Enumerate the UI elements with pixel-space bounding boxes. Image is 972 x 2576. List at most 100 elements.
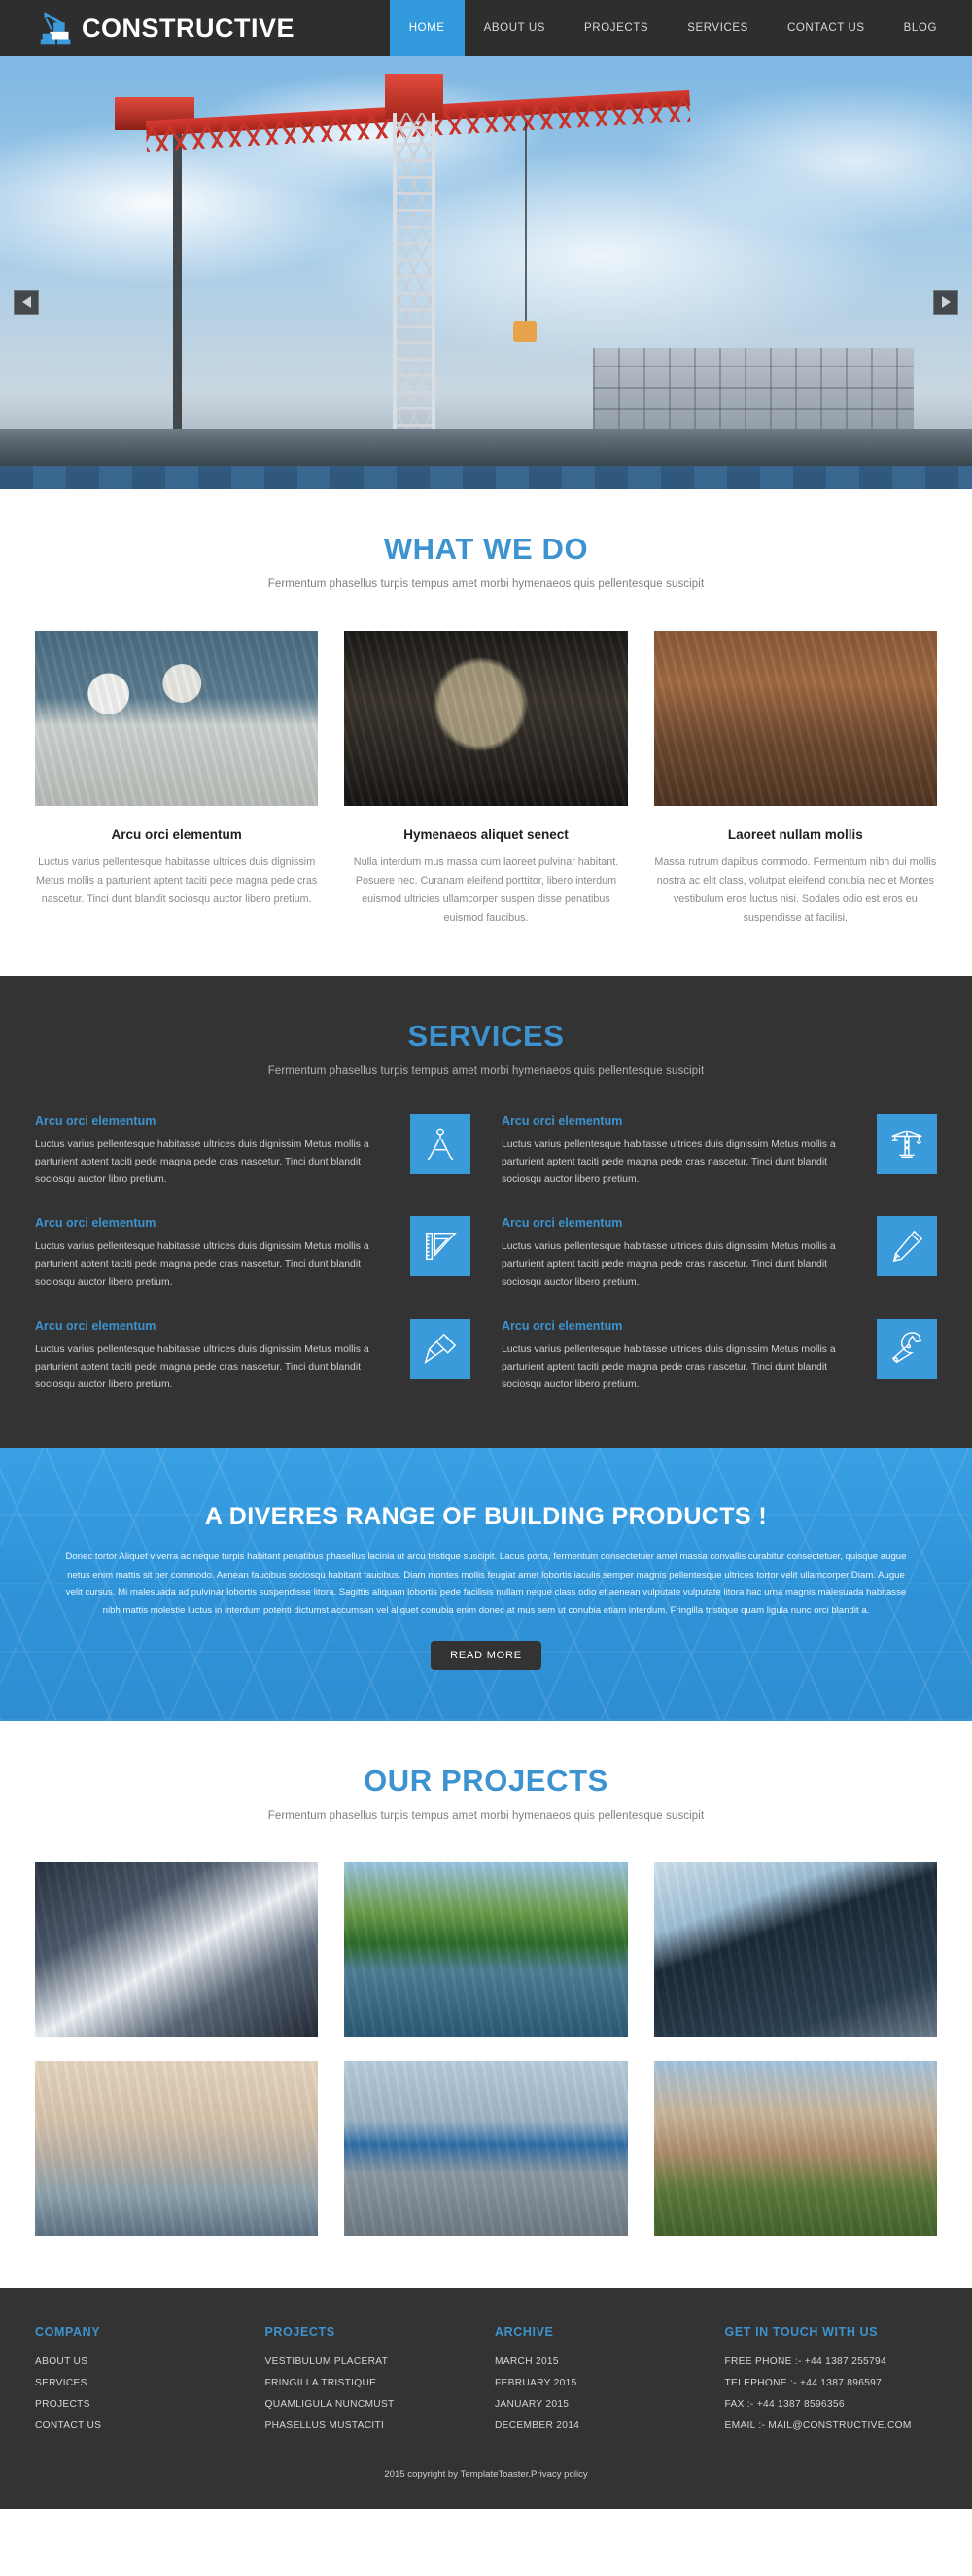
chevron-left-icon	[21, 296, 31, 308]
card-image-welder-sparks	[344, 631, 628, 806]
service-title[interactable]: Arcu orci elementum	[35, 1319, 395, 1341]
service-body: Arcu orci elementum Luctus varius pellen…	[35, 1216, 395, 1292]
service-text: Luctus varius pellentesque habitasse ult…	[502, 1343, 836, 1391]
service-text: Luctus varius pellentesque habitasse ult…	[35, 1343, 369, 1391]
footer-link-phasellus-mustaciti[interactable]: PHASELLUS MUSTACITI	[265, 2420, 478, 2442]
crane-logo-icon	[35, 6, 80, 51]
screwdriver-icon	[410, 1318, 470, 1379]
site-header: CONSTRUCTIVE HOME ABOUT US PROJECTS SERV…	[0, 0, 972, 56]
project-thumb-brick-mansion-house[interactable]	[653, 2061, 937, 2237]
footer-link-fringilla-tristique[interactable]: FRINGILLA TRISTIQUE	[265, 2378, 478, 2399]
nav-item-home[interactable]: HOME	[389, 0, 465, 56]
service-text: Luctus varius pellentesque habitasse ult…	[35, 1138, 369, 1185]
service-body: Arcu orci elementum Luctus varius pellen…	[502, 1319, 861, 1395]
service-item: Arcu orci elementum Luctus varius pellen…	[502, 1113, 937, 1190]
footer-link-december-2014[interactable]: DECEMBER 2014	[495, 2420, 708, 2442]
service-body: Arcu orci elementum Luctus varius pellen…	[502, 1216, 861, 1292]
nav-item-about-us[interactable]: ABOUT US	[465, 0, 565, 56]
what-we-do-title: WHAT WE DO	[383, 532, 589, 566]
footer-link-january-2015[interactable]: JANUARY 2015	[495, 2399, 708, 2420]
footer-free-phone: FREE PHONE :- +44 1387 255794	[724, 2356, 886, 2368]
slider-next-button[interactable]	[933, 290, 958, 315]
card-text: Nulla interdum mus massa cum laoreet pul…	[353, 856, 619, 923]
service-text: Luctus varius pellentesque habitasse ult…	[502, 1241, 836, 1288]
wrench-icon	[877, 1318, 937, 1379]
nav-item-projects[interactable]: PROJECTS	[565, 0, 668, 56]
footer-column-company: COMPANY ABOUT US SERVICES PROJECTS CONTA…	[35, 2325, 248, 2442]
what-we-do-card: Laoreet nullam mollis Massa rutrum dapib…	[653, 631, 937, 927]
compass-divider-icon	[410, 1113, 470, 1174]
service-item: Arcu orci elementum Luctus varius pellen…	[502, 1216, 937, 1292]
project-thumb-glass-atrium-ceiling[interactable]	[35, 1862, 319, 2038]
card-text: Massa rutrum dapibus commodo. Fermentum …	[654, 856, 937, 923]
site-footer: COMPANY ABOUT US SERVICES PROJECTS CONTA…	[0, 2288, 972, 2510]
card-image-workers-concrete	[35, 631, 319, 806]
footer-telephone: TELEPHONE :- +44 1387 896597	[724, 2378, 883, 2389]
what-we-do-cards: Arcu orci elementum Luctus varius pellen…	[0, 590, 972, 927]
pencil-icon	[877, 1216, 937, 1277]
service-title[interactable]: Arcu orci elementum	[502, 1319, 861, 1341]
services-title: SERVICES	[407, 1018, 565, 1053]
footer-column-archive: ARCHIVE MARCH 2015 FEBRUARY 2015 JANUARY…	[495, 2325, 708, 2442]
service-title[interactable]: Arcu orci elementum	[35, 1114, 395, 1136]
service-text: Luctus varius pellentesque habitasse ult…	[35, 1241, 369, 1288]
project-thumb-glass-office-tower[interactable]	[653, 1862, 937, 2038]
cta-text: Donec tortor Aliquet viverra ac neque tu…	[65, 1551, 907, 1617]
what-we-do-subtitle: Fermentum phasellus turpis tempus amet m…	[267, 578, 705, 590]
service-item: Arcu orci elementum Luctus varius pellen…	[35, 1113, 470, 1190]
nav-item-services[interactable]: SERVICES	[668, 0, 768, 56]
nav-item-contact-us[interactable]: CONTACT US	[768, 0, 885, 56]
footer-link-projects[interactable]: PROJECTS	[35, 2399, 248, 2420]
card-title: Hymenaeos aliquet senect	[403, 827, 569, 842]
footer-link-about-us[interactable]: ABOUT US	[35, 2356, 248, 2378]
services-subtitle: Fermentum phasellus turpis tempus amet m…	[267, 1064, 705, 1077]
footer-column-projects: PROJECTS VESTIBULUM PLACERAT FRINGILLA T…	[265, 2325, 478, 2442]
slider-prev-button[interactable]	[14, 290, 39, 315]
main-nav: HOME ABOUT US PROJECTS SERVICES CONTACT …	[389, 0, 972, 56]
services-section: SERVICES Fermentum phasellus turpis temp…	[0, 975, 972, 1449]
service-body: Arcu orci elementum Luctus varius pellen…	[35, 1114, 395, 1190]
project-thumb-industrial-warehouse[interactable]	[344, 2061, 628, 2237]
footer-columns: COMPANY ABOUT US SERVICES PROJECTS CONTA…	[35, 2325, 937, 2442]
projects-title: OUR PROJECTS	[364, 1763, 608, 1798]
footer-link-march-2015[interactable]: MARCH 2015	[495, 2356, 708, 2378]
service-title[interactable]: Arcu orci elementum	[502, 1216, 861, 1238]
project-thumb-green-arch-bridge[interactable]	[344, 1862, 628, 2038]
card-title: Arcu orci elementum	[111, 827, 242, 842]
chevron-right-icon	[941, 296, 951, 308]
service-title[interactable]: Arcu orci elementum	[35, 1216, 395, 1238]
brand[interactable]: CONSTRUCTIVE	[0, 6, 295, 51]
hero-slider	[0, 56, 972, 489]
footer-email[interactable]: EMAIL :- MAIL@CONSTRUCTIVE.COM	[725, 2420, 938, 2442]
projects-grid	[0, 1822, 972, 2237]
nav-item-blog[interactable]: BLOG	[885, 0, 956, 56]
service-item: Arcu orci elementum Luctus varius pellen…	[35, 1318, 470, 1395]
card-text: Luctus varius pellentesque habitasse ult…	[36, 856, 318, 905]
cta-banner: A DIVERES RANGE OF BUILDING PRODUCTS ! D…	[0, 1448, 972, 1722]
footer-fax: FAX :- +44 1387 8596356	[724, 2399, 845, 2411]
footer-link-services[interactable]: SERVICES	[35, 2378, 248, 2399]
what-we-do-section: WHAT WE DO Fermentum phasellus turpis te…	[0, 489, 972, 976]
service-body: Arcu orci elementum Luctus varius pellen…	[35, 1319, 395, 1395]
service-body: Arcu orci elementum Luctus varius pellen…	[502, 1114, 861, 1190]
project-thumb-suspension-bridge-fog[interactable]	[35, 2061, 319, 2237]
hero-crane-mast	[393, 113, 435, 443]
brand-name: CONSTRUCTIVE	[82, 13, 295, 43]
read-more-button[interactable]: READ MORE	[431, 1641, 541, 1671]
footer-heading: PROJECTS	[264, 2325, 335, 2340]
card-title: Laoreet nullam mollis	[727, 827, 863, 842]
cta-title: A DIVERES RANGE OF BUILDING PRODUCTS !	[204, 1503, 768, 1531]
service-item: Arcu orci elementum Luctus varius pellen…	[35, 1216, 470, 1292]
footer-link-quamligula-nuncmust[interactable]: QUAMLIGULA NUNCMUST	[265, 2399, 478, 2420]
footer-link-vestibulum-placerat[interactable]: VESTIBULUM PLACERAT	[265, 2356, 478, 2378]
nav-end-spacer	[956, 0, 972, 56]
footer-link-contact-us[interactable]: CONTACT US	[35, 2420, 248, 2442]
footer-heading: ARCHIVE	[495, 2325, 554, 2340]
service-item: Arcu orci elementum Luctus varius pellen…	[502, 1318, 937, 1395]
set-square-ruler-icon	[410, 1216, 470, 1277]
footer-link-february-2015[interactable]: FEBRUARY 2015	[495, 2378, 708, 2399]
service-title[interactable]: Arcu orci elementum	[502, 1114, 861, 1136]
copyright-text: 2015 copyright by TemplateToaster.Privac…	[384, 2469, 588, 2481]
footer-heading: COMPANY	[35, 2325, 101, 2340]
projects-subtitle: Fermentum phasellus turpis tempus amet m…	[267, 1810, 705, 1823]
